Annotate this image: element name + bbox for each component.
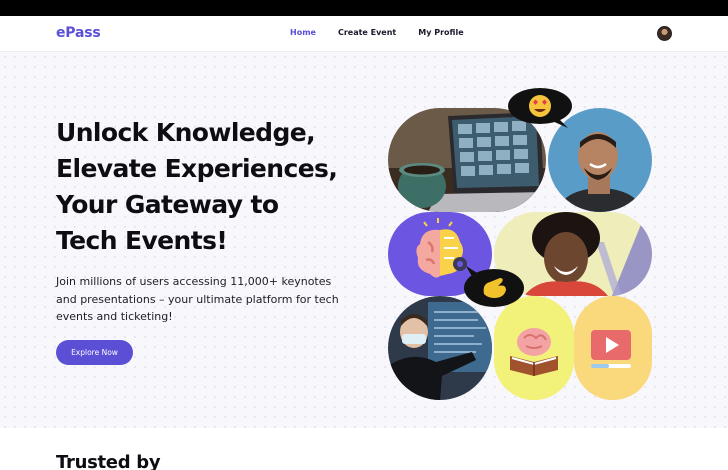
hero-headline: Unlock Knowledge, Elevate Experiences, Y… bbox=[56, 115, 386, 259]
browser-top-bar bbox=[0, 0, 728, 16]
video-play-illustration bbox=[574, 296, 652, 400]
brain-book-illustration bbox=[494, 296, 574, 400]
presenter-photo bbox=[388, 296, 492, 400]
headline-line: Elevate Experiences, bbox=[56, 154, 338, 183]
subtext-line: Join millions of users accessing 11,000+… bbox=[56, 275, 332, 288]
headline-line: Your Gateway to bbox=[56, 190, 279, 219]
nav-links: Home Create Event My Profile bbox=[290, 28, 464, 37]
headline-line: Unlock Knowledge, bbox=[56, 118, 316, 147]
chat-bubble bbox=[460, 264, 526, 310]
hero-subtext: Join millions of users accessing 11,000+… bbox=[56, 273, 366, 326]
nav-link-my-profile[interactable]: My Profile bbox=[418, 28, 463, 37]
heart-eyes-emoji-icon bbox=[529, 95, 551, 117]
nav-link-home[interactable]: Home bbox=[290, 28, 316, 37]
chat-bubble bbox=[506, 88, 572, 130]
explore-now-button[interactable]: Explore Now bbox=[56, 340, 133, 365]
brand-logo[interactable]: ePass bbox=[56, 25, 101, 41]
trusted-section: Trusted by bbox=[0, 428, 728, 470]
nav-link-create-event[interactable]: Create Event bbox=[338, 28, 396, 37]
headline-line: Tech Events! bbox=[56, 226, 228, 255]
user-avatar[interactable] bbox=[657, 26, 672, 41]
subtext-line: and presentations – your ultimate platfo… bbox=[56, 292, 339, 306]
hero-collage bbox=[386, 88, 656, 403]
navbar: ePass Home Create Event My Profile bbox=[0, 16, 728, 52]
trusted-title: Trusted by bbox=[56, 452, 161, 470]
subtext-line: events and ticketing! bbox=[56, 310, 173, 323]
